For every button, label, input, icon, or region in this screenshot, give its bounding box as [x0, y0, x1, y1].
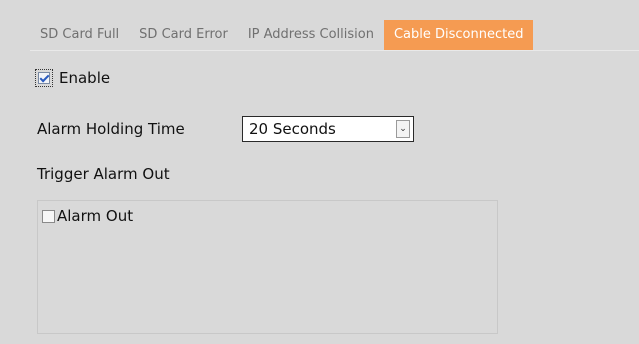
alarm-settings-page: SD Card Full SD Card Error IP Address Co…	[0, 0, 639, 344]
enable-checkbox-focus[interactable]	[35, 69, 53, 87]
tab-ip-address-collision[interactable]: IP Address Collision	[238, 20, 384, 50]
trigger-alarm-out-label: Trigger Alarm Out	[37, 165, 170, 183]
alarm-holding-time-value: 20 Seconds	[249, 120, 336, 138]
alarm-out-label: Alarm Out	[57, 207, 134, 225]
tab-cable-disconnected[interactable]: Cable Disconnected	[383, 20, 534, 50]
tab-sd-card-error[interactable]: SD Card Error	[129, 20, 238, 50]
alarm-holding-time-label: Alarm Holding Time	[37, 120, 185, 138]
alarm-holding-time-select[interactable]: 20 Seconds ⌄	[242, 116, 414, 142]
event-tabs: SD Card Full SD Card Error IP Address Co…	[30, 20, 639, 51]
alarm-out-list: Alarm Out	[37, 200, 498, 334]
enable-row: Enable	[35, 66, 110, 90]
enable-checkbox[interactable]	[38, 72, 50, 84]
enable-label: Enable	[59, 69, 111, 87]
tab-sd-card-full[interactable]: SD Card Full	[30, 20, 129, 50]
alarm-holding-time-row: Alarm Holding Time	[37, 116, 185, 142]
alarm-out-checkbox[interactable]	[42, 209, 55, 223]
chevron-down-icon[interactable]: ⌄	[396, 120, 410, 138]
alarm-out-item[interactable]: Alarm Out	[42, 207, 133, 225]
